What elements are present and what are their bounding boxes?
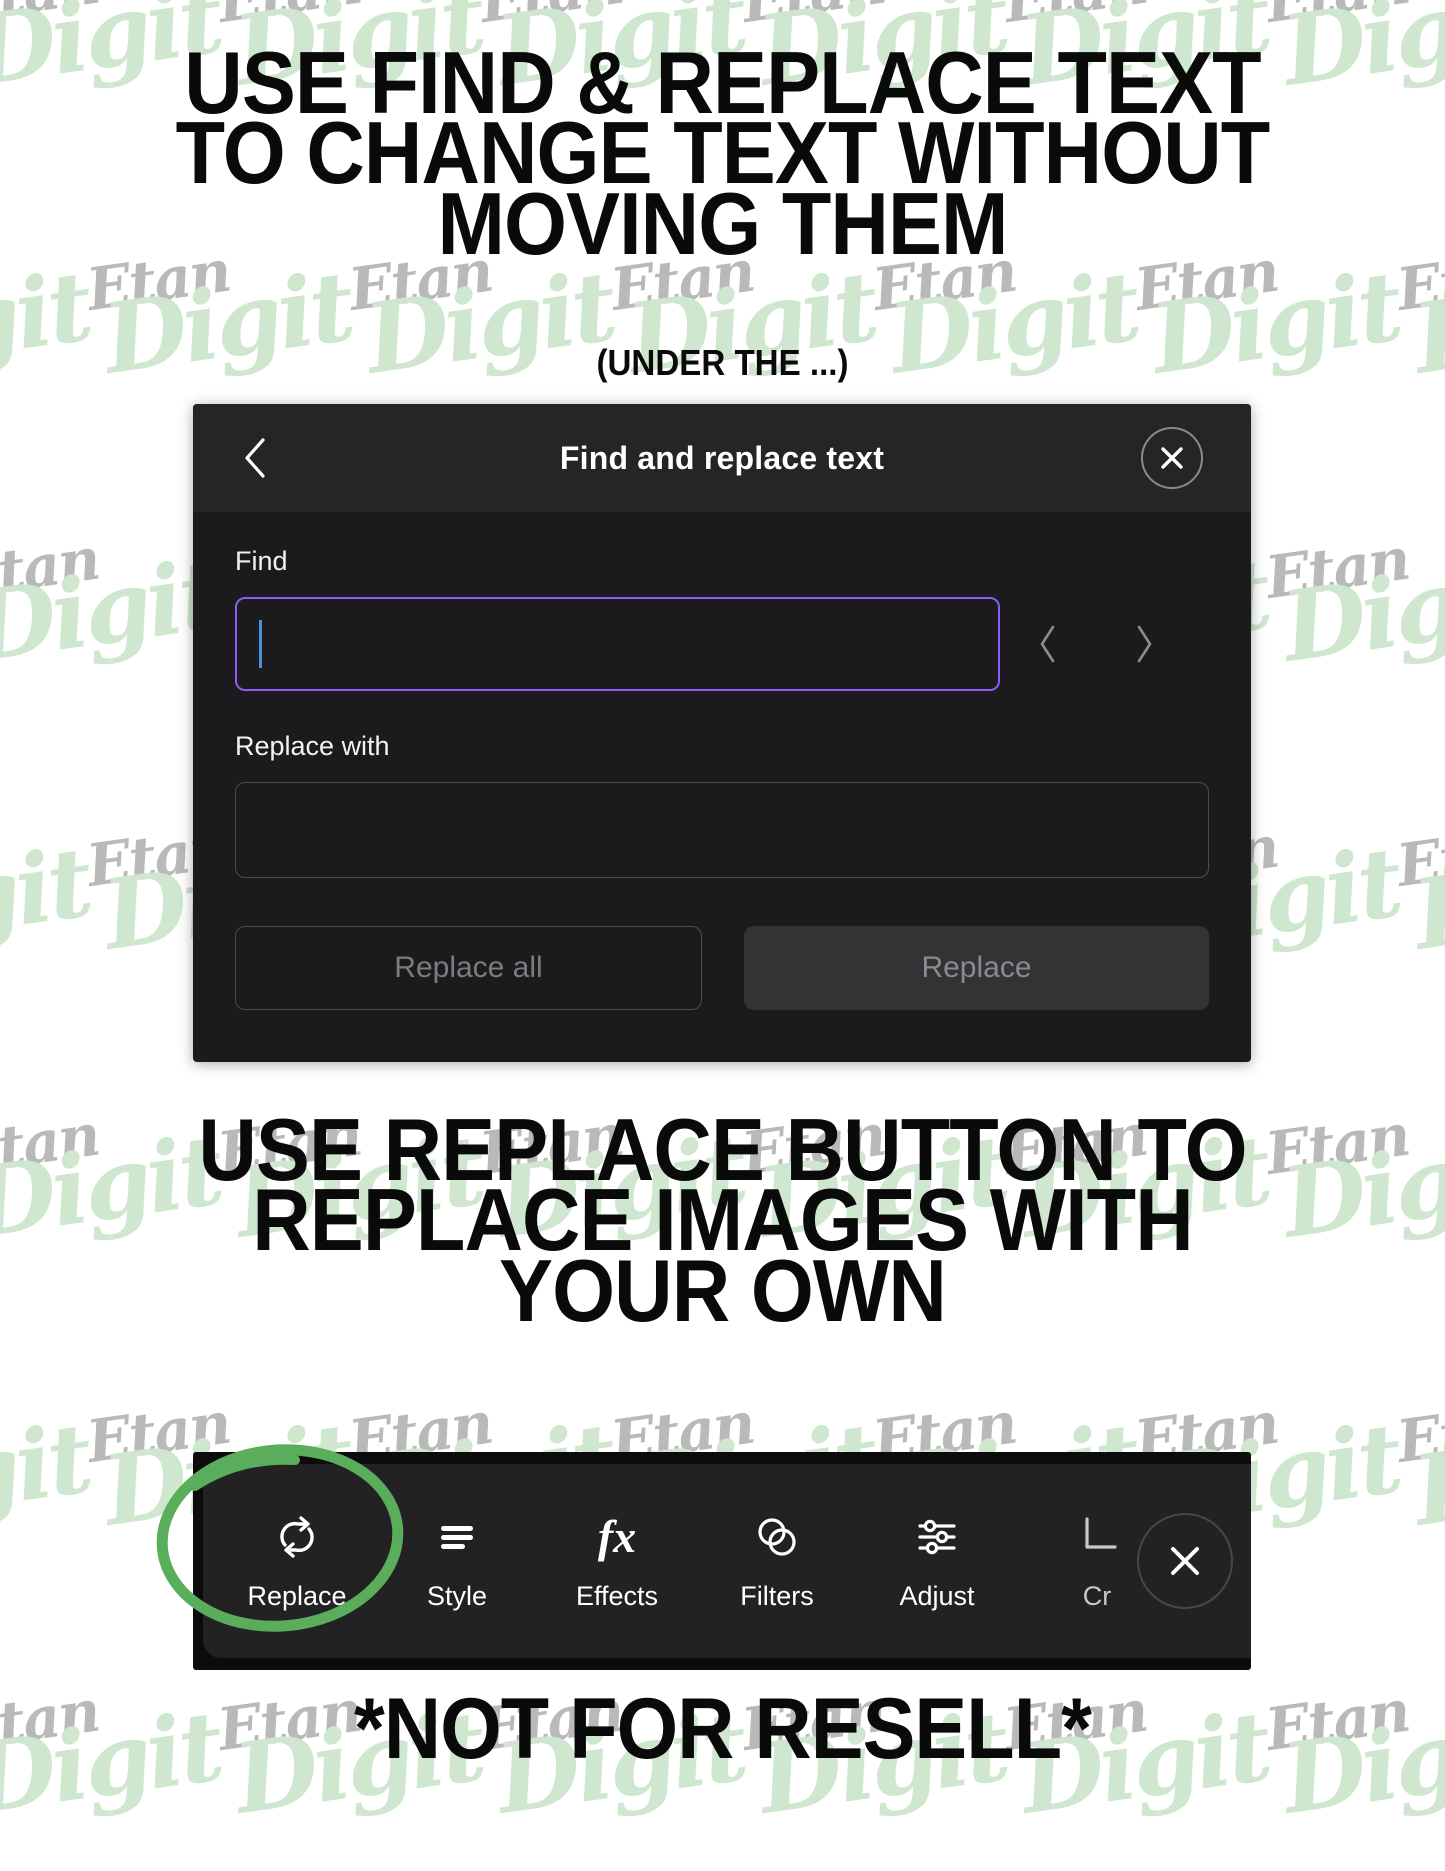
toolbar-item-filters[interactable]: Filters [697, 1486, 857, 1636]
watermark-text-secondary: Digit [1406, 249, 1445, 397]
find-input[interactable] [235, 597, 1000, 691]
close-icon [1161, 447, 1183, 469]
crop-icon [1071, 1511, 1123, 1563]
find-next-button[interactable] [1096, 597, 1192, 691]
watermark-tile: EtanDigit [0, 1383, 96, 1549]
watermark-tile: EtanDigit [1392, 1383, 1445, 1549]
dialog-body: Find Replace with Replace all Replace [193, 512, 1251, 1062]
watermark-text-secondary: Digit [1406, 825, 1445, 973]
toolbar-items-container: Replace Style fx Effects Filters Adjust … [203, 1464, 1251, 1658]
replace-with-label: Replace with [235, 731, 390, 761]
toolbar-item-style[interactable]: Style [377, 1486, 537, 1636]
back-button[interactable] [233, 436, 277, 480]
watermark-text-primary: Etan [1261, 524, 1413, 612]
close-icon [1171, 1547, 1199, 1575]
toolbar-label-effects: Effects [575, 1580, 659, 1611]
find-and-replace-dialog: Find and replace text Find Replace with … [193, 404, 1251, 1062]
toolbar-label-adjust: Adjust [899, 1580, 975, 1611]
watermark-text-primary: Etan [1262, 0, 1445, 36]
fx-icon: fx [597, 1510, 637, 1562]
toolbar-item-adjust[interactable]: Adjust [857, 1486, 1017, 1636]
watermark-text-secondary: Digit [1275, 537, 1445, 685]
dialog-close-button[interactable] [1141, 427, 1203, 489]
swap-arrows-icon [271, 1511, 323, 1563]
replace-all-button[interactable]: Replace all [235, 926, 702, 1010]
toolbar-close-button[interactable] [1137, 1513, 1233, 1609]
toolbar-label-style: Style [426, 1580, 488, 1611]
watermark-text-primary: Etan [0, 807, 84, 892]
watermark-tile: EtanDigit [1261, 519, 1445, 685]
headline-top: USE FIND & REPLACE TEXT TO CHANGE TEXT W… [58, 38, 1387, 267]
watermark-tile: EtanDigit [0, 807, 96, 973]
dialog-button-row: Replace all Replace [235, 926, 1209, 1010]
watermark-text-primary: Etan [214, 0, 477, 36]
text-caret [259, 620, 262, 668]
headline-subtitle: (UNDER THE ...) [596, 342, 849, 383]
headline-bottom: *NOT FOR RESELL* [354, 1681, 1092, 1777]
find-label: Find [235, 546, 288, 576]
watermark-tile: EtanDigit [1392, 231, 1445, 397]
watermark-text-primary: Etan [1392, 236, 1445, 324]
watermark-text-primary: Etan [738, 0, 1001, 36]
chevron-right-icon [1137, 625, 1152, 663]
watermark-text-primary: Etan [0, 1383, 84, 1468]
watermark-tile: EtanDigit [1392, 807, 1445, 973]
watermark-tile: EtanDigit [0, 519, 227, 685]
replace-button[interactable]: Replace [744, 926, 1209, 1010]
lines-icon [431, 1511, 483, 1563]
replace-with-input[interactable] [235, 782, 1209, 878]
watermark-text-primary: Etan [1392, 1388, 1445, 1476]
toolbar-label-replace: Replace [247, 1580, 347, 1611]
headline-middle: USE REPLACE BUTTON TO REPLACE IMAGES WIT… [58, 1105, 1387, 1334]
watermark-text-primary: Etan [1000, 0, 1263, 36]
watermark-text-secondary: Digit [1406, 1401, 1445, 1549]
watermark-text-secondary: Digit [0, 537, 227, 685]
find-row [235, 597, 1209, 691]
watermark-text-secondary: Digit [0, 1401, 96, 1549]
chevron-left-icon [245, 438, 265, 478]
watermark-text-secondary: Digit [0, 825, 96, 973]
chevron-left-icon [1040, 625, 1055, 663]
toolbar-item-effects[interactable]: fx Effects [537, 1486, 697, 1636]
dialog-title: Find and replace text [559, 439, 885, 476]
toolbar-item-replace[interactable]: Replace [217, 1486, 377, 1636]
toolbar-label-crop: Cr [1082, 1580, 1112, 1611]
find-previous-button[interactable] [1000, 597, 1096, 691]
watermark-text-primary: Etan [0, 524, 103, 612]
overlapping-circles-icon [751, 1511, 803, 1563]
editor-bottom-toolbar: Replace Style fx Effects Filters Adjust … [193, 1452, 1251, 1670]
toolbar-label-filters: Filters [740, 1580, 814, 1611]
dialog-header: Find and replace text [193, 404, 1251, 512]
watermark-text-primary: Etan [0, 0, 215, 36]
watermark-text-primary: Etan [1392, 812, 1445, 900]
watermark-text-primary: Etan [476, 0, 739, 36]
sliders-icon [911, 1511, 963, 1563]
